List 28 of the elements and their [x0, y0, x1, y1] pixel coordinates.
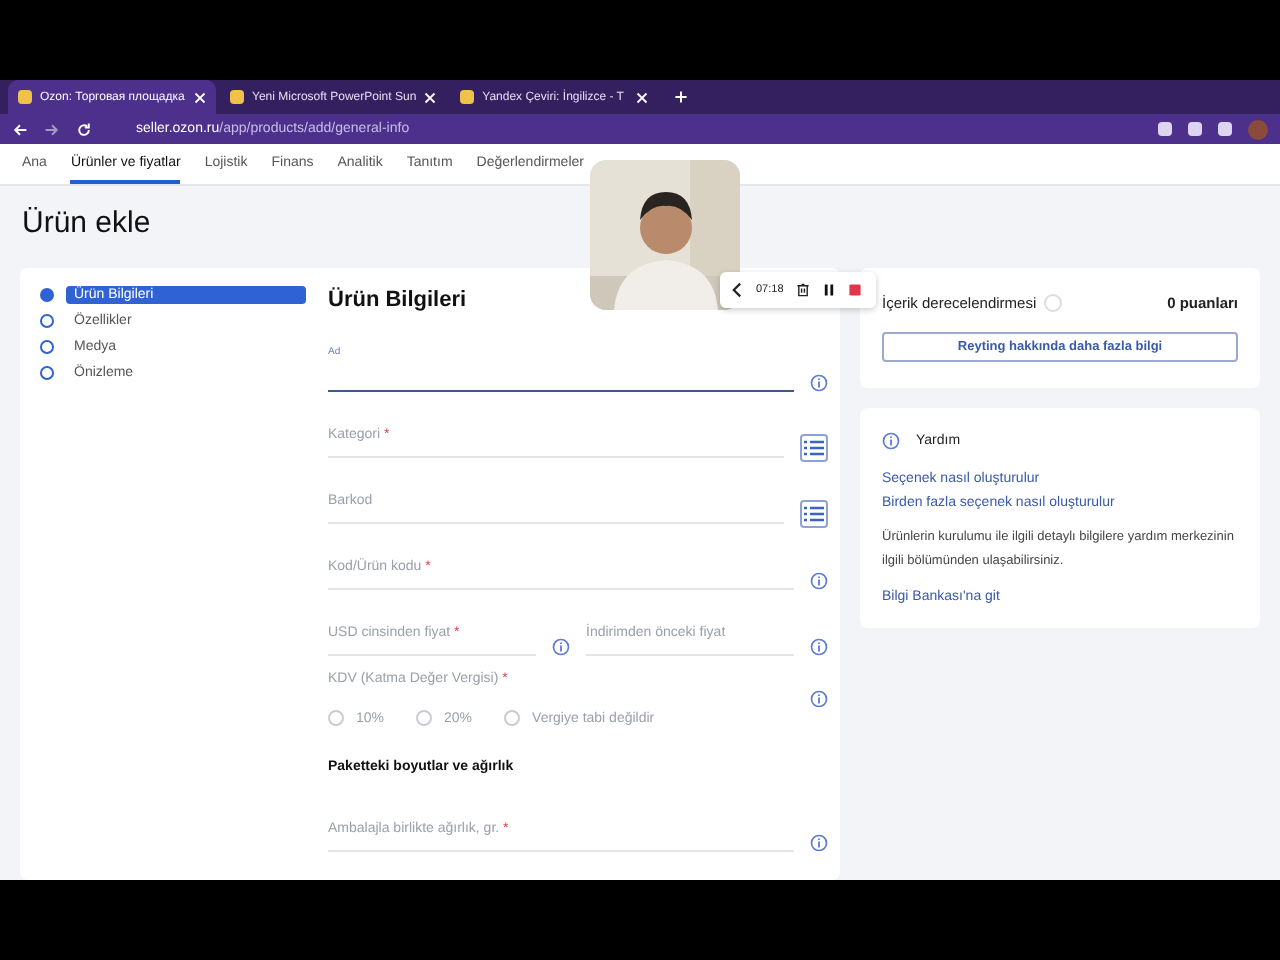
chevron-left-icon[interactable]	[730, 282, 744, 298]
reload-icon[interactable]	[76, 121, 92, 137]
info-icon[interactable]	[810, 638, 828, 656]
new-tab-icon[interactable]	[674, 90, 689, 104]
section-title: Ürün Bilgileri	[328, 288, 467, 312]
info-icon[interactable]	[810, 374, 828, 392]
page-title: Ürün ekle	[22, 206, 153, 240]
close-icon[interactable]	[636, 91, 649, 103]
back-icon[interactable]	[12, 121, 28, 137]
list-button[interactable]	[800, 434, 828, 462]
close-icon[interactable]	[194, 91, 206, 103]
info-icon[interactable]	[552, 638, 570, 656]
list-button[interactable]	[800, 500, 828, 528]
stop-icon[interactable]	[847, 282, 862, 298]
extension-icon[interactable]	[1188, 122, 1202, 136]
trash-icon[interactable]	[795, 282, 810, 298]
pause-icon[interactable]	[821, 282, 836, 298]
extension-icon[interactable]	[1218, 122, 1232, 136]
close-icon[interactable]	[424, 91, 437, 103]
info-icon	[882, 432, 900, 450]
site-icon	[460, 90, 475, 104]
site-icon	[18, 90, 32, 104]
extension-icon[interactable]	[1158, 122, 1172, 136]
info-icon[interactable]	[810, 834, 828, 852]
info-icon[interactable]	[810, 572, 828, 590]
forward-icon[interactable]	[44, 121, 60, 137]
site-icon	[230, 90, 244, 104]
info-icon[interactable]	[810, 690, 828, 708]
